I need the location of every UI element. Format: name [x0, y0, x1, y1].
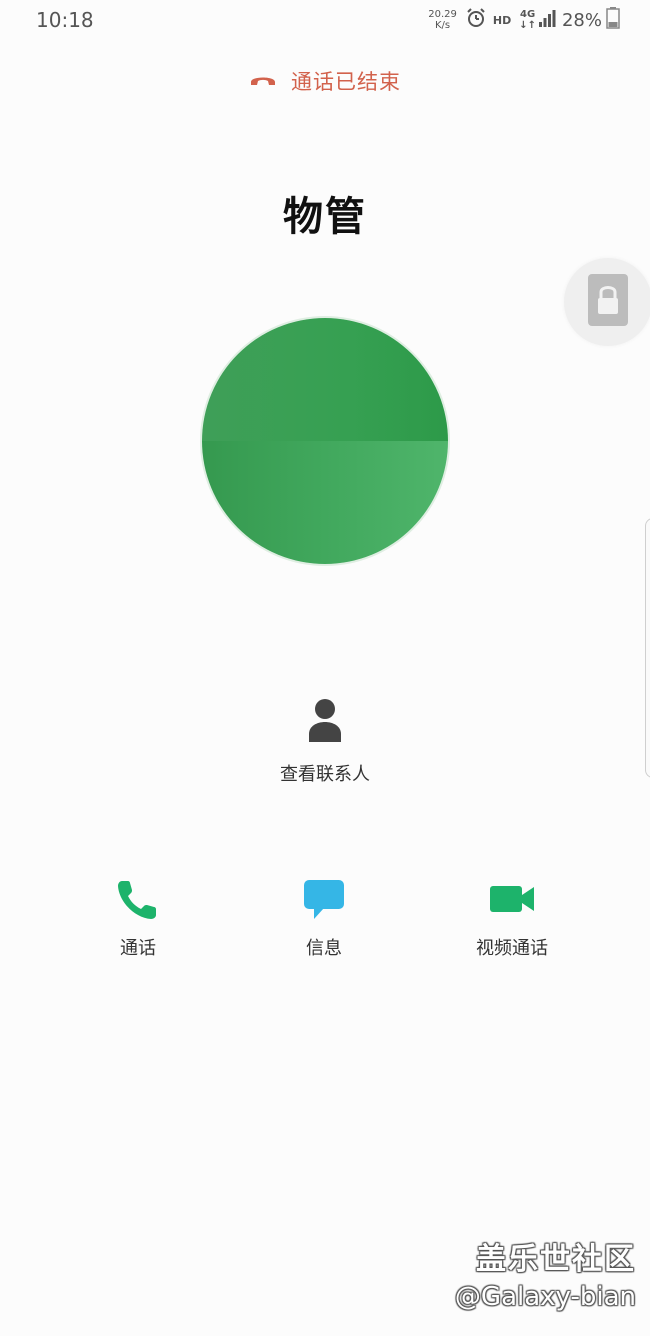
network-speed: 20.29 K/s	[428, 9, 457, 31]
network-type-label: 4G	[520, 9, 536, 20]
lock-icon	[588, 274, 628, 330]
call-button[interactable]: 通话	[68, 876, 208, 960]
battery-percentage: 28%	[561, 9, 602, 31]
avatar-top-half	[202, 318, 448, 441]
person-icon	[307, 698, 343, 746]
video-call-button[interactable]: 视频通话	[442, 876, 582, 960]
watermark-author: @Galaxy-bian	[454, 1282, 636, 1312]
phone-icon	[116, 876, 160, 922]
hd-voice-indicator: HD	[492, 13, 512, 27]
view-contact-label: 查看联系人	[280, 764, 370, 785]
call-actions: 通话 信息 视频通话	[0, 876, 650, 966]
contact-avatar	[202, 318, 448, 564]
signal-icon	[538, 8, 558, 32]
call-button-label: 通话	[120, 938, 156, 959]
status-bar: 10:18 20.29 K/s HD 4G ↓↑ 28%	[0, 0, 650, 40]
call-status-text: 通话已结束	[291, 70, 401, 94]
status-time: 10:18	[36, 8, 94, 32]
hang-up-icon	[249, 72, 277, 91]
video-call-button-label: 视频通话	[476, 938, 548, 959]
edge-panel-handle[interactable]	[645, 518, 650, 778]
network-speed-unit: K/s	[434, 20, 451, 31]
data-arrows-icon: ↓↑	[519, 20, 536, 31]
message-button[interactable]: 信息	[254, 876, 394, 960]
status-icons: 20.29 K/s HD 4G ↓↑ 28%	[428, 6, 620, 34]
contact-name: 物管	[283, 194, 367, 240]
network-type: 4G ↓↑	[519, 9, 536, 31]
lock-screen-button[interactable]	[564, 258, 650, 346]
network-speed-value: 20.29	[428, 9, 457, 20]
watermark-community: 盖乐世社区	[476, 1242, 636, 1277]
battery-icon	[606, 7, 620, 33]
avatar-bottom-half	[202, 441, 448, 564]
message-bubble-icon	[302, 876, 346, 922]
view-contact-button[interactable]: 查看联系人	[250, 698, 400, 786]
call-status: 通话已结束	[0, 66, 650, 96]
call-ended-screen: 10:18 20.29 K/s HD 4G ↓↑ 28% 通话已结束 物管 查看…	[0, 0, 650, 1336]
watermark: 盖乐世社区 @Galaxy-bian	[455, 1234, 636, 1312]
video-camera-icon	[488, 876, 536, 922]
message-button-label: 信息	[306, 938, 342, 959]
alarm-icon	[465, 7, 487, 33]
